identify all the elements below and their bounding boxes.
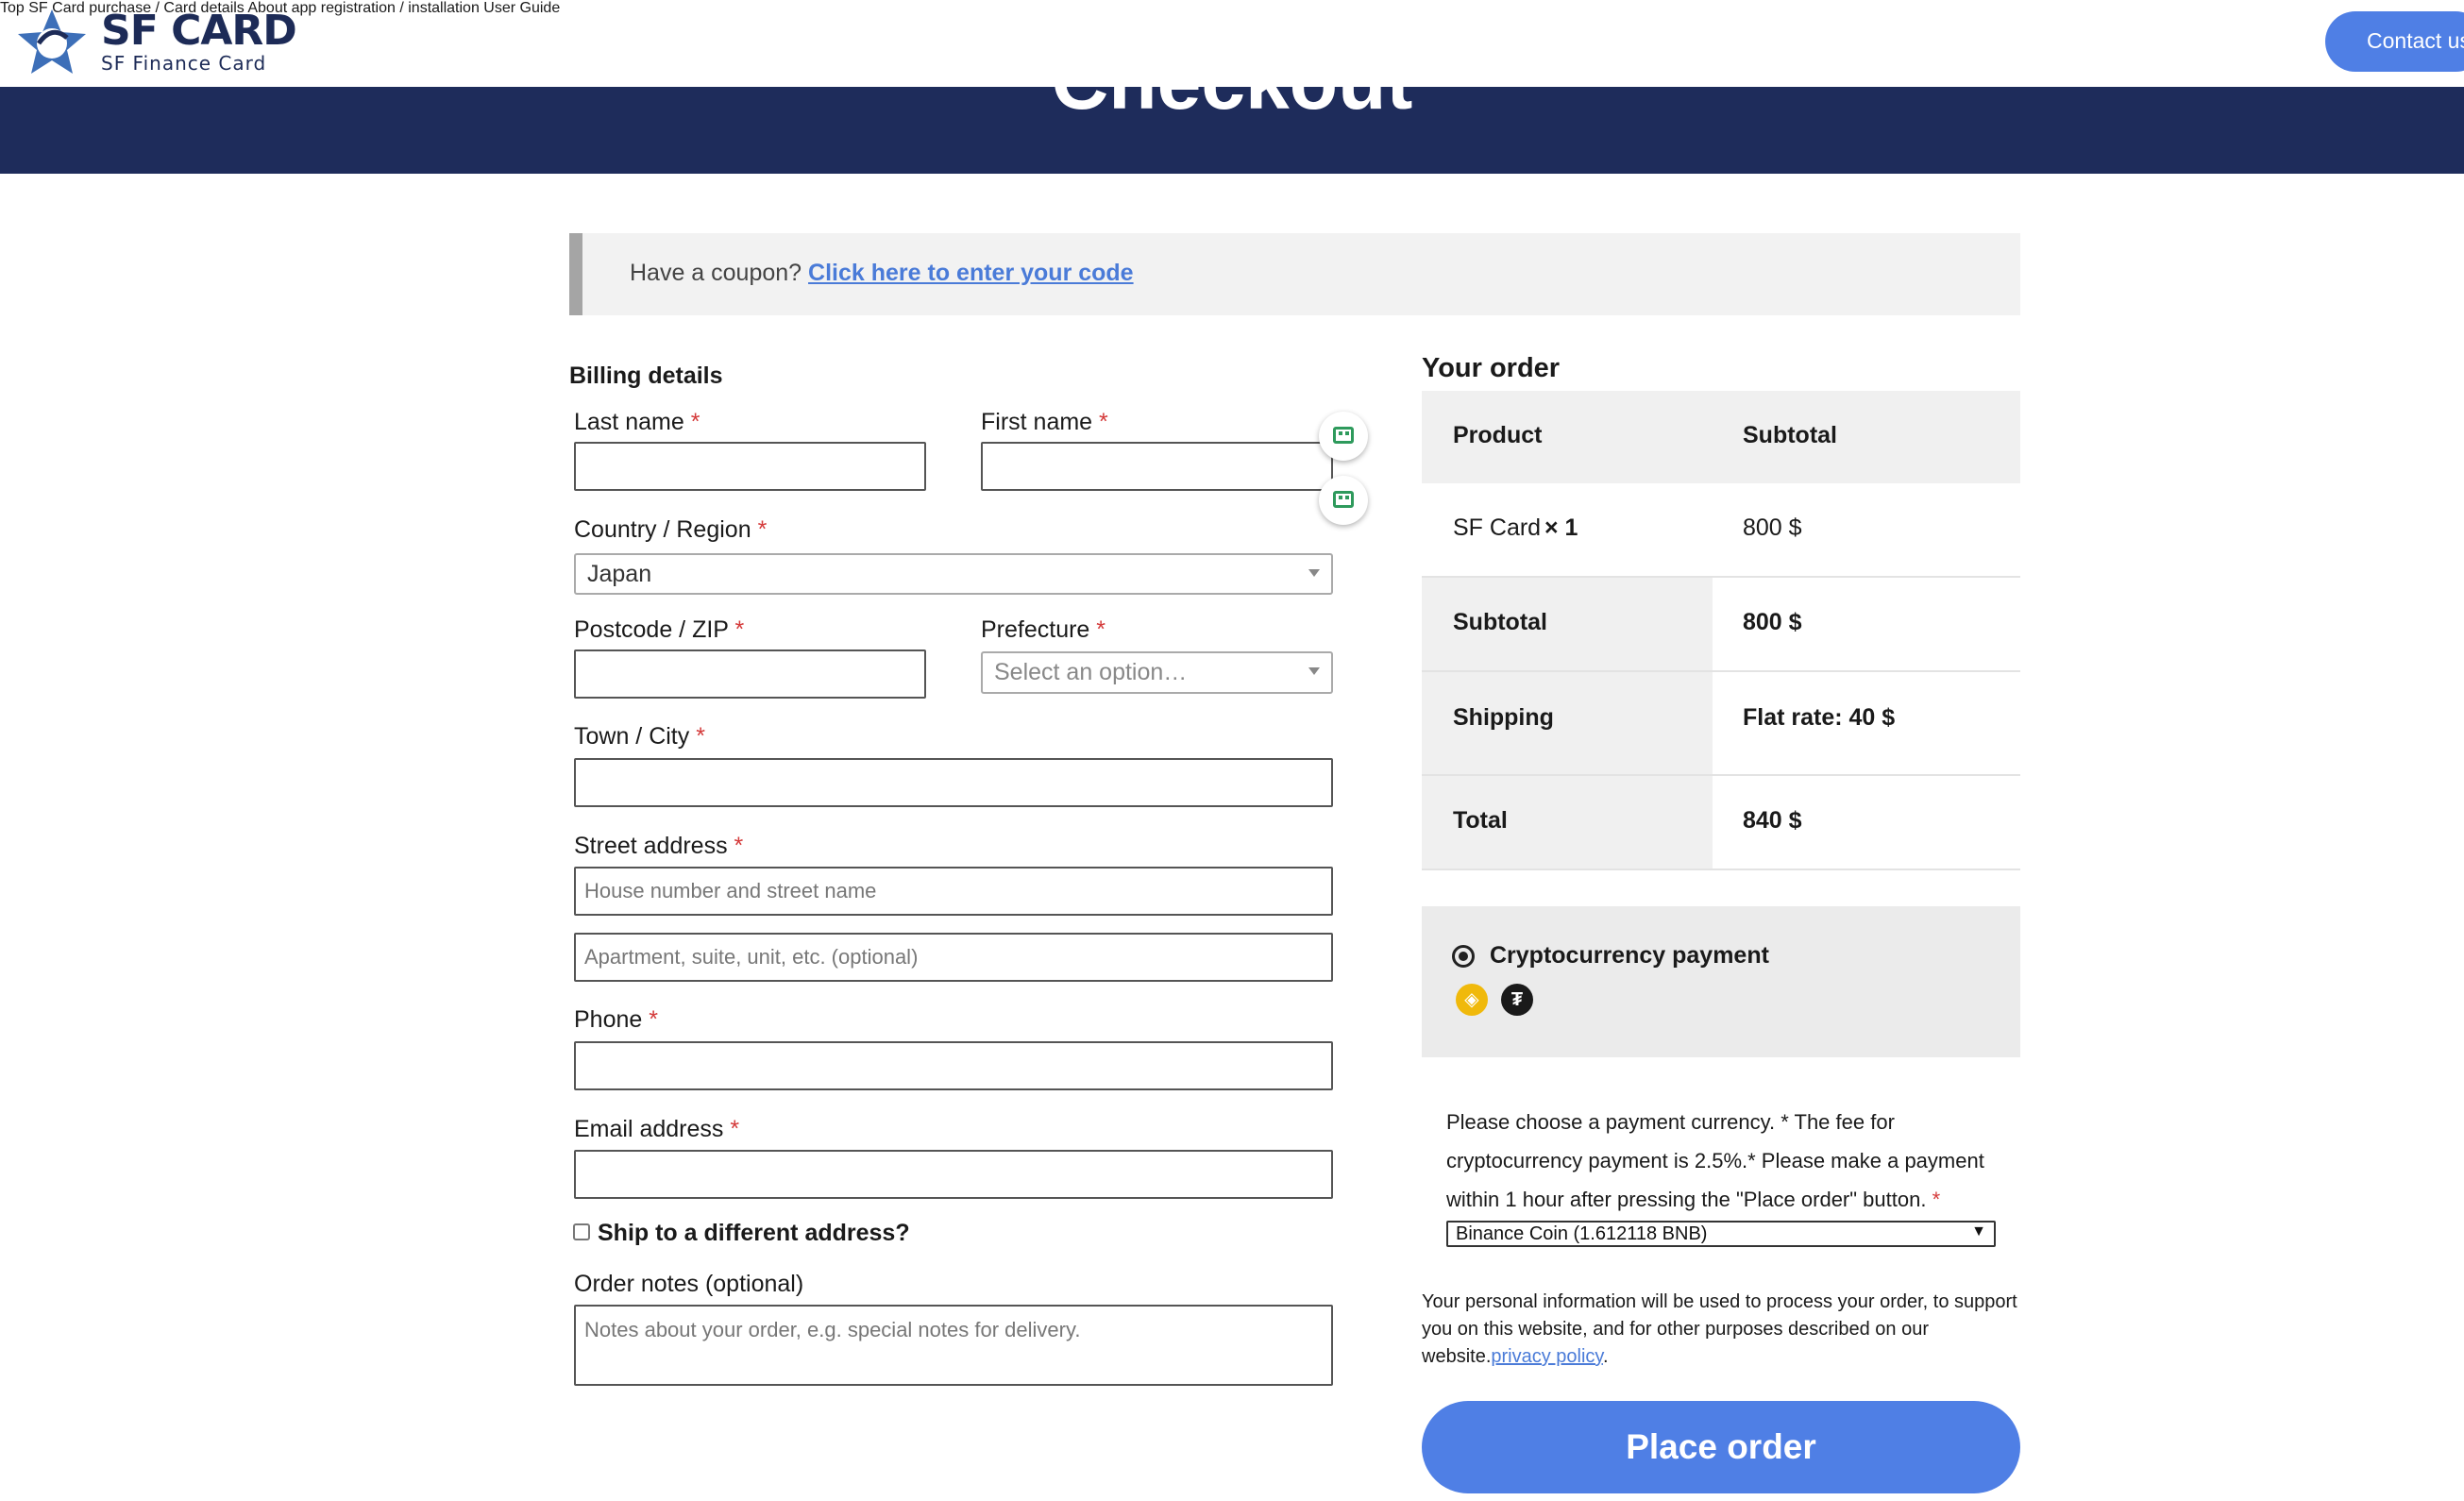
crypto-payment-radio[interactable] <box>1452 945 1475 968</box>
first-name-input[interactable] <box>981 442 1333 491</box>
prefecture-select[interactable]: Select an option… <box>981 651 1333 694</box>
phone-input[interactable] <box>574 1041 1333 1090</box>
order-notes-textarea[interactable]: Notes about your order, e.g. special not… <box>574 1305 1333 1386</box>
order-notes-label: Order notes (optional) <box>574 1271 804 1297</box>
order-heading: Your order <box>1422 353 1561 383</box>
country-label: Country / Region * <box>574 516 768 543</box>
nav-user-guide[interactable]: User Guide <box>483 0 560 16</box>
page-title: Checkout <box>0 87 2464 127</box>
street-address-input[interactable]: House number and street name <box>574 867 1333 916</box>
total-row: Total 840 $ <box>1422 776 2020 869</box>
town-label: Town / City * <box>574 723 705 750</box>
payment-method-label[interactable]: Cryptocurrency payment <box>1490 942 1769 970</box>
subtotal-label: Subtotal <box>1453 609 1547 635</box>
coupon-notice: Have a coupon? Click here to enter your … <box>569 233 2020 315</box>
item-quantity: × 1 <box>1544 514 1578 541</box>
order-item-row: SF Card × 1 800 $ <box>1422 483 2020 576</box>
item-price: 800 $ <box>1743 514 1802 541</box>
postcode-label: Postcode / ZIP * <box>574 616 745 643</box>
bnb-icon: ◈ <box>1456 984 1488 1016</box>
ship-different-checkbox[interactable] <box>573 1223 590 1240</box>
payment-currency-description: Please choose a payment currency. * The … <box>1446 1110 1984 1211</box>
billing-heading: Billing details <box>569 363 723 389</box>
phone-label: Phone * <box>574 1006 658 1033</box>
logo-subtitle: SF Finance Card <box>101 52 267 75</box>
street-address-2-input[interactable]: Apartment, suite, unit, etc. (optional) <box>574 933 1333 982</box>
autofill-icon[interactable] <box>1319 476 1368 525</box>
last-name-label: Last name * <box>574 409 700 435</box>
total-value: 840 $ <box>1743 807 1802 834</box>
ship-different-label[interactable]: Ship to a different address? <box>598 1220 910 1247</box>
subtotal-value: 800 $ <box>1743 609 1802 635</box>
site-header: SF CARD SF Finance Card Top SF Card purc… <box>0 0 2464 87</box>
chevron-down-icon <box>1308 569 1320 577</box>
first-name-label: First name * <box>981 409 1108 435</box>
product-column-header: Product <box>1453 422 1543 448</box>
subtotal-column-header: Subtotal <box>1743 422 1837 448</box>
email-input[interactable] <box>574 1150 1333 1199</box>
country-select[interactable]: Japan <box>574 553 1333 595</box>
tether-icon: ₮ <box>1501 984 1533 1016</box>
currency-select[interactable]: Binance Coin (1.612118 BNB) ▼ <box>1446 1221 1996 1247</box>
logo-title: SF CARD <box>101 7 297 55</box>
postcode-input[interactable] <box>574 649 926 699</box>
town-input[interactable] <box>574 758 1333 807</box>
chevron-down-icon <box>1308 667 1320 675</box>
last-name-input[interactable] <box>574 442 926 491</box>
prefecture-label: Prefecture * <box>981 616 1106 643</box>
coupon-link[interactable]: Click here to enter your code <box>808 260 1134 286</box>
contact-us-button[interactable]: Contact us <box>2325 11 2464 72</box>
site-logo[interactable]: SF CARD SF Finance Card <box>14 6 297 77</box>
autofill-icon[interactable] <box>1319 412 1368 461</box>
chevron-down-icon: ▼ <box>1971 1223 1986 1240</box>
coupon-prompt: Have a coupon? <box>630 260 802 286</box>
subtotal-row: Subtotal 800 $ <box>1422 578 2020 670</box>
privacy-notice: Your personal information will be used t… <box>1422 1291 2017 1367</box>
total-label: Total <box>1453 807 1508 834</box>
shipping-label: Shipping <box>1453 704 1554 731</box>
shipping-value: Flat rate: 40 $ <box>1743 704 1896 731</box>
privacy-policy-link[interactable]: privacy policy <box>1491 1346 1603 1367</box>
shipping-row: Shipping Flat rate: 40 $ <box>1422 672 2020 774</box>
item-name: SF Card <box>1453 514 1542 541</box>
divider <box>1422 869 2020 870</box>
street-label: Street address * <box>574 833 744 859</box>
page-banner: Checkout <box>0 87 2464 174</box>
place-order-button[interactable]: Place order <box>1422 1401 2020 1493</box>
order-table-header: Product Subtotal <box>1422 391 2020 483</box>
email-label: Email address * <box>574 1116 740 1142</box>
star-logo-icon <box>18 9 86 74</box>
payment-method-box: Cryptocurrency payment ◈ ₮ <box>1422 906 2020 1057</box>
